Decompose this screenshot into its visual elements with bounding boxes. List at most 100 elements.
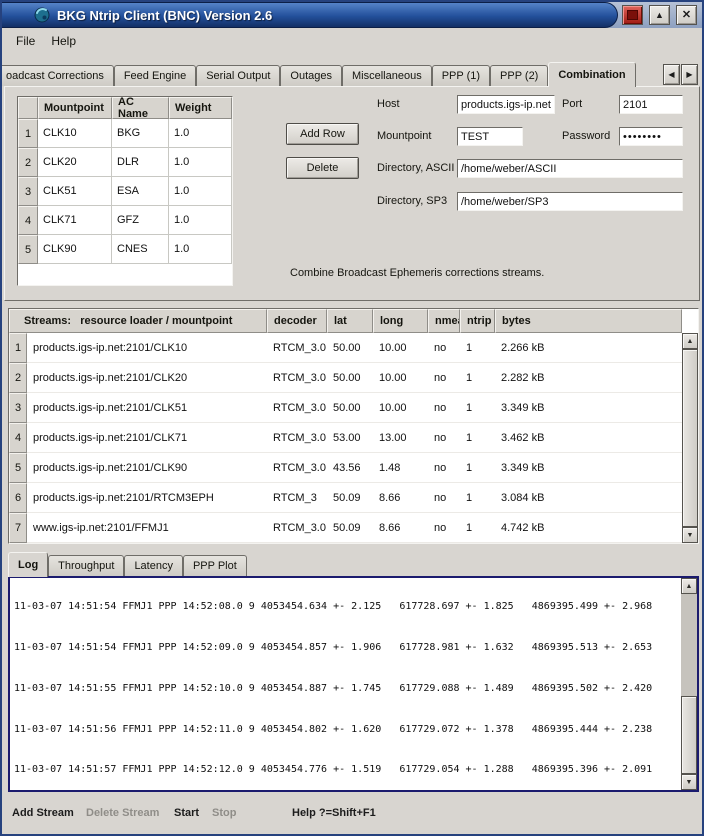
tab-ppp-2[interactable]: PPP (2) bbox=[490, 65, 548, 86]
decoder-cell[interactable]: RTCM_3.0 bbox=[267, 363, 327, 393]
decoder-cell[interactable]: RTCM_3.0 bbox=[267, 423, 327, 453]
lat-cell[interactable]: 50.00 bbox=[327, 393, 373, 423]
tab-combination[interactable]: Combination bbox=[548, 62, 635, 87]
add-stream-button[interactable]: Add Stream bbox=[12, 807, 74, 819]
long-cell[interactable]: 8.66 bbox=[373, 513, 428, 543]
tab-log[interactable]: Log bbox=[8, 552, 48, 577]
delete-button[interactable]: Delete bbox=[286, 157, 359, 179]
directory-ascii-input[interactable] bbox=[457, 159, 683, 178]
ntrip-cell[interactable]: 1 bbox=[460, 393, 495, 423]
header-long[interactable]: long bbox=[373, 309, 428, 333]
long-cell[interactable]: 13.00 bbox=[373, 423, 428, 453]
tab-scroll-right-icon[interactable]: ▶ bbox=[681, 64, 698, 85]
ntrip-cell[interactable]: 1 bbox=[460, 333, 495, 363]
decoder-cell[interactable]: RTCM_3.0 bbox=[267, 393, 327, 423]
password-input[interactable] bbox=[619, 127, 683, 146]
tab-ppp-1[interactable]: PPP (1) bbox=[432, 65, 490, 86]
ac-name-cell[interactable]: GFZ bbox=[112, 206, 169, 235]
header-weight[interactable]: Weight bbox=[169, 97, 232, 119]
bytes-cell[interactable]: 2.266 kB bbox=[495, 333, 682, 363]
weight-cell[interactable]: 1.0 bbox=[169, 119, 232, 148]
lat-cell[interactable]: 53.00 bbox=[327, 423, 373, 453]
nmea-cell[interactable]: no bbox=[428, 483, 460, 513]
decoder-cell[interactable]: RTCM_3 bbox=[267, 483, 327, 513]
row-number[interactable]: 1 bbox=[18, 119, 38, 148]
scroll-up-icon[interactable]: ▲ bbox=[681, 578, 697, 594]
mountpoint-cell[interactable]: CLK90 bbox=[38, 235, 112, 264]
row-number[interactable]: 1 bbox=[9, 333, 27, 363]
long-cell[interactable]: 10.00 bbox=[373, 363, 428, 393]
row-number[interactable]: 7 bbox=[9, 513, 27, 543]
scrollbar-thumb[interactable] bbox=[682, 349, 698, 527]
header-ntrip[interactable]: ntrip bbox=[460, 309, 495, 333]
header-bytes[interactable]: bytes bbox=[495, 309, 682, 333]
stream-url-cell[interactable]: products.igs-ip.net:2101/RTCM3EPH bbox=[27, 483, 267, 513]
ntrip-cell[interactable]: 1 bbox=[460, 363, 495, 393]
decoder-cell[interactable]: RTCM_3.0 bbox=[267, 333, 327, 363]
streams-scrollbar[interactable]: ▲ ▼ bbox=[682, 333, 698, 543]
tab-serial-output[interactable]: Serial Output bbox=[196, 65, 280, 86]
decoder-cell[interactable]: RTCM_3.0 bbox=[267, 513, 327, 543]
nmea-cell[interactable]: no bbox=[428, 513, 460, 543]
stream-url-cell[interactable]: www.igs-ip.net:2101/FFMJ1 bbox=[27, 513, 267, 543]
row-number[interactable]: 3 bbox=[9, 393, 27, 423]
nmea-cell[interactable]: no bbox=[428, 453, 460, 483]
tab-outages[interactable]: Outages bbox=[280, 65, 342, 86]
minimize-button[interactable] bbox=[622, 5, 643, 25]
stream-url-cell[interactable]: products.igs-ip.net:2101/CLK71 bbox=[27, 423, 267, 453]
decoder-cell[interactable]: RTCM_3.0 bbox=[267, 453, 327, 483]
ntrip-cell[interactable]: 1 bbox=[460, 453, 495, 483]
tab-ppp-plot[interactable]: PPP Plot bbox=[183, 555, 247, 576]
mountpoint-cell[interactable]: CLK10 bbox=[38, 119, 112, 148]
header-ac-name[interactable]: AC Name bbox=[112, 97, 169, 119]
mountpoint-cell[interactable]: CLK71 bbox=[38, 206, 112, 235]
ac-name-cell[interactable]: BKG bbox=[112, 119, 169, 148]
close-button[interactable]: ✕ bbox=[676, 5, 697, 25]
lat-cell[interactable]: 50.09 bbox=[327, 483, 373, 513]
nmea-cell[interactable]: no bbox=[428, 363, 460, 393]
bytes-cell[interactable]: 4.742 kB bbox=[495, 513, 682, 543]
bytes-cell[interactable]: 3.462 kB bbox=[495, 423, 682, 453]
row-number[interactable]: 5 bbox=[18, 235, 38, 264]
ac-name-cell[interactable]: ESA bbox=[112, 177, 169, 206]
tab-latency[interactable]: Latency bbox=[124, 555, 183, 576]
stream-url-cell[interactable]: products.igs-ip.net:2101/CLK20 bbox=[27, 363, 267, 393]
app-icon[interactable] bbox=[34, 7, 50, 23]
mountpoint-cell[interactable]: CLK20 bbox=[38, 148, 112, 177]
bytes-cell[interactable]: 3.349 kB bbox=[495, 393, 682, 423]
ntrip-cell[interactable]: 1 bbox=[460, 423, 495, 453]
lat-cell[interactable]: 50.00 bbox=[327, 363, 373, 393]
long-cell[interactable]: 8.66 bbox=[373, 483, 428, 513]
row-number[interactable]: 4 bbox=[9, 423, 27, 453]
nmea-cell[interactable]: no bbox=[428, 333, 460, 363]
weight-cell[interactable]: 1.0 bbox=[169, 235, 232, 264]
bytes-cell[interactable]: 3.349 kB bbox=[495, 453, 682, 483]
directory-sp3-input[interactable] bbox=[457, 192, 683, 211]
header-streams[interactable]: Streams: resource loader / mountpoint bbox=[9, 309, 267, 333]
ac-name-cell[interactable]: CNES bbox=[112, 235, 169, 264]
bytes-cell[interactable]: 3.084 kB bbox=[495, 483, 682, 513]
header-mountpoint[interactable]: Mountpoint bbox=[38, 97, 112, 119]
tab-scroll-left-icon[interactable]: ◀ bbox=[663, 64, 680, 85]
tab-broadcast-corrections[interactable]: oadcast Corrections bbox=[2, 65, 114, 86]
port-input[interactable] bbox=[619, 95, 683, 114]
header-lat[interactable]: lat bbox=[327, 309, 373, 333]
log-scrollbar[interactable]: ▲ ▼ bbox=[681, 578, 697, 790]
tab-throughput[interactable]: Throughput bbox=[48, 555, 124, 576]
add-row-button[interactable]: Add Row bbox=[286, 123, 359, 145]
scroll-up-icon[interactable]: ▲ bbox=[682, 333, 698, 349]
ac-name-cell[interactable]: DLR bbox=[112, 148, 169, 177]
long-cell[interactable]: 10.00 bbox=[373, 333, 428, 363]
lat-cell[interactable]: 43.56 bbox=[327, 453, 373, 483]
lat-cell[interactable]: 50.09 bbox=[327, 513, 373, 543]
menu-file[interactable]: File bbox=[8, 32, 43, 50]
tab-miscellaneous[interactable]: Miscellaneous bbox=[342, 65, 432, 86]
ntrip-cell[interactable]: 1 bbox=[460, 513, 495, 543]
titlebar-pill[interactable]: BKG Ntrip Client (BNC) Version 2.6 bbox=[2, 2, 618, 28]
weight-cell[interactable]: 1.0 bbox=[169, 177, 232, 206]
weight-cell[interactable]: 1.0 bbox=[169, 206, 232, 235]
maximize-button[interactable]: ▲ bbox=[649, 5, 670, 25]
stream-url-cell[interactable]: products.igs-ip.net:2101/CLK51 bbox=[27, 393, 267, 423]
row-number[interactable]: 6 bbox=[9, 483, 27, 513]
row-number[interactable]: 3 bbox=[18, 177, 38, 206]
